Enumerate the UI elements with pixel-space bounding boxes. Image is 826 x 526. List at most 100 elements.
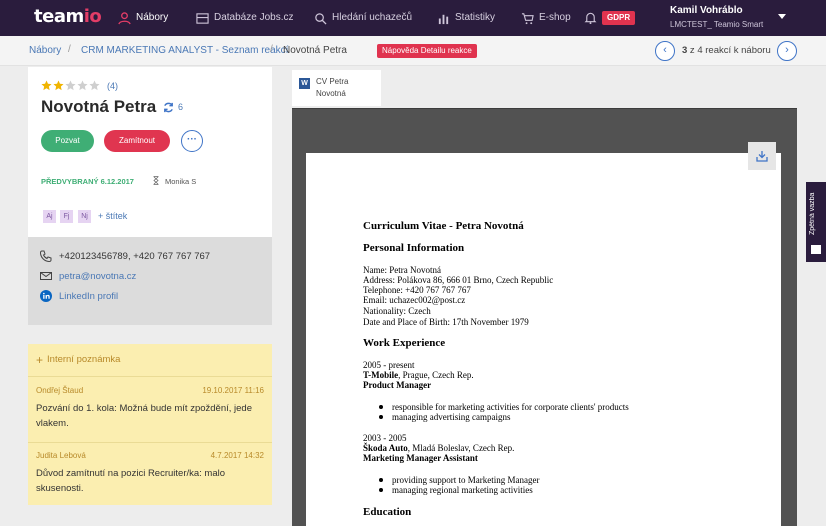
recruitment-icon <box>118 11 131 24</box>
linkedin-row: LinkedIn profil <box>40 290 118 302</box>
feedback-tab[interactable]: Zpětná vazba <box>806 182 826 262</box>
cv-line: T-Mobile, Prague, Czech Rep. <box>363 370 474 380</box>
top-navigation: teamio Nábory Databáze Jobs.cz Hledání u… <box>0 0 826 36</box>
chevron-left-icon[interactable]: ‹ <box>655 41 675 61</box>
bullet <box>379 405 383 409</box>
cv-line: Email: uchazec002@post.cz <box>363 295 466 305</box>
reject-button[interactable]: Zamítnout <box>104 130 170 152</box>
cv-bullet-line: managing advertising campaigns <box>392 412 511 422</box>
nav-label: E-shop <box>539 12 571 23</box>
chevron-down-icon[interactable] <box>778 14 786 19</box>
document-page: Curriculum Vitae - Petra Novotná Persona… <box>306 153 781 526</box>
note-author: Ondřej Štaud <box>36 386 84 395</box>
cart-icon <box>521 12 534 24</box>
nav-label: Nábory <box>136 12 169 23</box>
reactions-count[interactable]: 6 <box>178 102 183 112</box>
cv-line: 2005 - present <box>363 360 415 370</box>
nav-label: Databáze Jobs.cz <box>214 12 294 23</box>
rating-stars[interactable] <box>41 80 100 91</box>
nav-item-eshop[interactable]: E-shop <box>521 0 571 36</box>
note-text: Důvod zamítnutí na pozici Recruiter/ka: … <box>36 468 226 494</box>
nav-item-nabory[interactable]: Nábory <box>118 0 168 36</box>
breadcrumb-nabory[interactable]: Nábory <box>29 45 61 56</box>
user-name[interactable]: Kamil Vohráblo <box>670 5 743 16</box>
rating-count[interactable]: (4) <box>107 81 118 91</box>
gdpr-badge[interactable]: GDPR <box>602 11 636 25</box>
document-tab-label: CV Petra Novotná <box>316 77 349 98</box>
notes-header: Interní poznámka <box>47 354 121 365</box>
contact-panel: +420123456789, +420 767 767 767 petra@no… <box>28 237 272 325</box>
bell-icon[interactable] <box>584 11 597 25</box>
divider <box>28 376 272 377</box>
linkedin-link[interactable]: LinkedIn profil <box>59 291 118 302</box>
tag-fj[interactable]: Fj <box>60 210 73 223</box>
nav-item-databaze[interactable]: Databáze Jobs.cz <box>196 0 294 36</box>
tag-nj[interactable]: Nj <box>78 210 91 223</box>
phone-number: +420123456789, +420 767 767 767 <box>59 250 211 262</box>
divider <box>28 442 272 443</box>
internal-notes: + Interní poznámka Ondřej Štaud 19.10.20… <box>28 344 272 505</box>
star-icon[interactable] <box>53 80 64 91</box>
cv-section-heading: Work Experience <box>363 337 446 349</box>
owner-name: Monika S <box>165 177 197 186</box>
download-button[interactable] <box>748 142 776 170</box>
cv-line: Nationality: Czech <box>363 306 431 316</box>
document-tab[interactable]: W CV Petra Novotná <box>292 70 381 106</box>
nav-label: Statistiky <box>455 12 496 23</box>
email-link[interactable]: petra@novotna.cz <box>59 271 136 282</box>
nav-item-statistiky[interactable]: Statistiky <box>437 0 495 36</box>
tag-aj[interactable]: Aj <box>43 210 56 223</box>
add-tag-link[interactable]: + štítek <box>98 211 127 221</box>
cv-line: 2003 - 2005 <box>363 433 407 443</box>
breadcrumb-recruitment[interactable]: CRM MARKETING ANALYST - Seznam reakcí <box>81 45 288 56</box>
cv-line: Marketing Manager Assistant <box>363 453 478 463</box>
candidate-card: (4) Novotná Petra 6 Pozvat Zamítnout ···… <box>28 67 272 237</box>
cv-line: Name: Petra Novotná <box>363 265 441 275</box>
cv-bullet-line: providing support to Marketing Manager <box>392 475 540 485</box>
star-icon[interactable] <box>41 80 52 91</box>
plus-icon: + <box>36 352 44 367</box>
cv-bullet-line: managing regional marketing activities <box>392 485 533 495</box>
teamio-logo[interactable]: teamio <box>34 6 102 27</box>
breadcrumb: Nábory / CRM MARKETING ANALYST - Seznam … <box>0 36 826 66</box>
cv-section-heading: Personal Information <box>363 242 465 254</box>
note-date: 19.10.2017 11:16 <box>202 386 264 395</box>
status-badge: PŘEDVYBRANÝ 6.12.2017 <box>41 177 134 186</box>
hourglass-icon <box>153 176 159 185</box>
star-icon[interactable] <box>89 80 100 91</box>
star-icon[interactable] <box>65 80 76 91</box>
refresh-icon[interactable] <box>162 101 175 114</box>
chart-icon <box>438 14 449 24</box>
breadcrumb-separator: / <box>270 44 273 55</box>
invite-button[interactable]: Pozvat <box>41 130 94 152</box>
phone-icon <box>40 250 52 262</box>
cv-line: Product Manager <box>363 380 432 390</box>
bullet <box>379 478 383 482</box>
cv-title: Curriculum Vitae - Petra Novotná <box>363 220 524 232</box>
note-author: Judita Lebová <box>36 451 86 460</box>
download-icon <box>756 151 768 162</box>
nav-item-hledani[interactable]: Hledání uchazečů <box>314 0 412 36</box>
pager-text: 3 z 4 reakcí k náboru <box>682 45 771 56</box>
word-file-icon: W <box>299 78 310 89</box>
email-row: petra@novotna.cz <box>40 270 136 282</box>
chevron-right-icon[interactable]: › <box>777 41 797 61</box>
phone-row: +420123456789, +420 767 767 767 <box>40 250 210 262</box>
breadcrumb-current: Novotná Petra <box>283 45 347 56</box>
breadcrumb-separator: / <box>68 44 71 55</box>
comment-icon <box>811 245 821 254</box>
note-text: Pozvání do 1. kola: Možná bude mít zpožd… <box>36 403 252 429</box>
help-badge[interactable]: Nápověda Detailu reakce <box>377 44 477 58</box>
note-date: 4.7.2017 14:32 <box>210 451 264 460</box>
cv-bullet-line: responsible for marketing activities for… <box>392 402 629 412</box>
bullet <box>379 488 383 492</box>
email-icon <box>40 272 52 280</box>
cv-line: Address: Polákova 86, 666 01 Brno, Czech… <box>363 275 554 285</box>
add-note-button[interactable]: + Interní poznámka <box>36 352 121 367</box>
star-icon[interactable] <box>77 80 88 91</box>
more-options-button[interactable]: ··· <box>181 130 203 152</box>
search-icon <box>315 12 327 25</box>
database-icon <box>196 12 209 24</box>
divider <box>292 108 797 109</box>
cv-line: Date and Place of Birth: 17th November 1… <box>363 317 529 327</box>
